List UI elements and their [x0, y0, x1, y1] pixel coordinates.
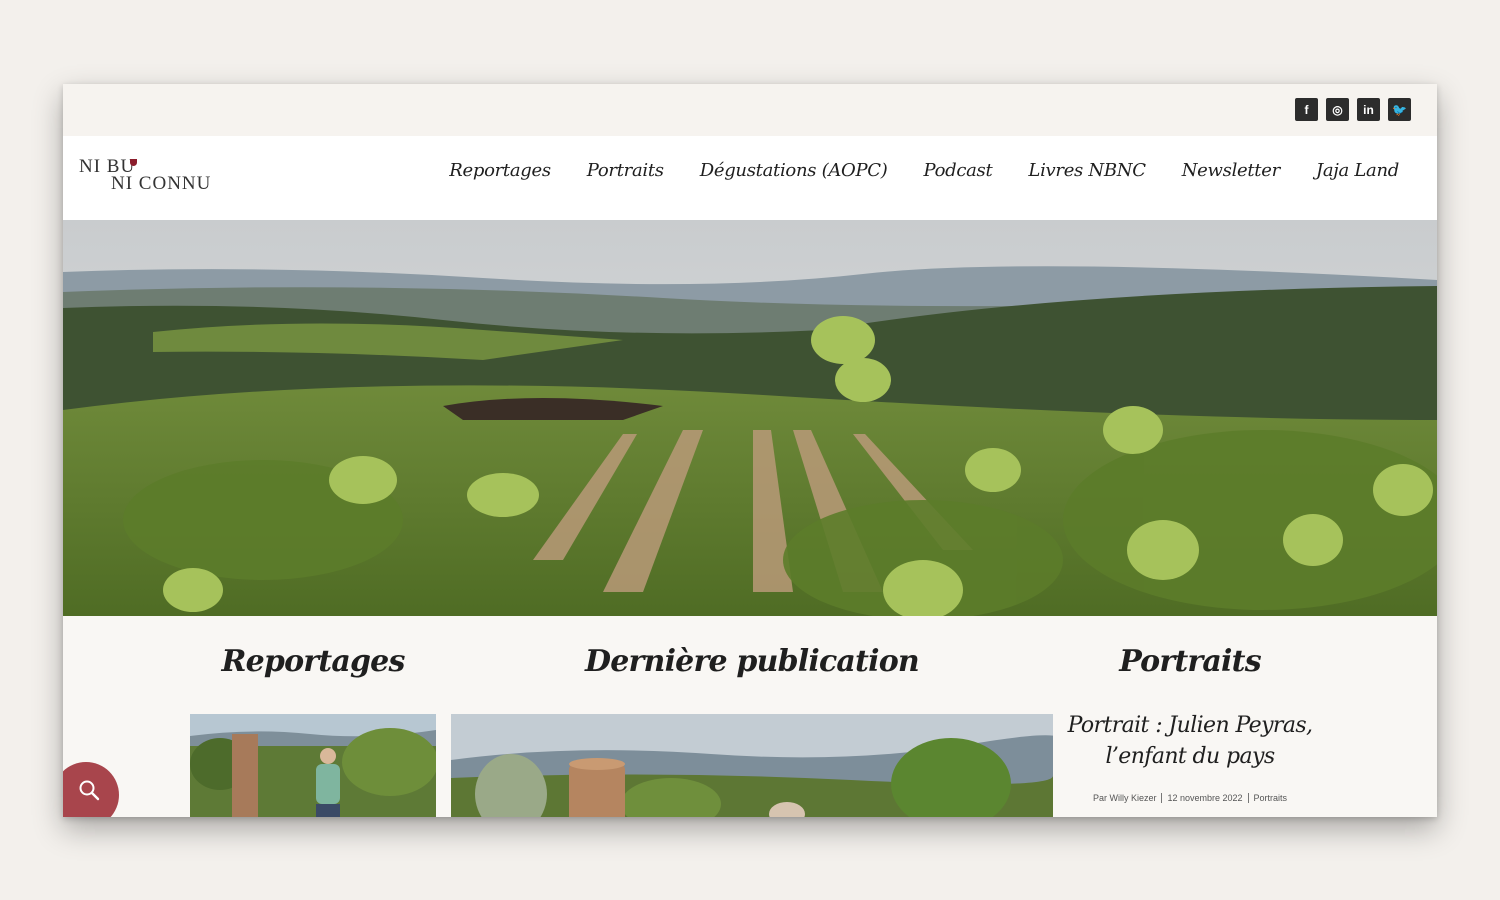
- article-category[interactable]: Portraits: [1254, 793, 1288, 803]
- section-title-portraits[interactable]: Portraits: [1063, 644, 1317, 679]
- article-date: 12 novembre 2022: [1167, 793, 1243, 803]
- portrait-article-title[interactable]: Portrait : Julien Peyras, l’enfant du pa…: [1063, 710, 1317, 772]
- facebook-icon[interactable]: f: [1295, 98, 1318, 121]
- nav-jaja-land[interactable]: Jaja Land: [1316, 160, 1399, 181]
- browser-page: f ◎ in 🐦 NI BU NI CONNU Reportages Portr…: [63, 84, 1437, 817]
- content-section: Reportages Dernière publication Portrait…: [63, 616, 1437, 817]
- twitter-icon[interactable]: 🐦: [1388, 98, 1411, 121]
- meta-divider: [1247, 793, 1249, 803]
- nav-newsletter[interactable]: Newsletter: [1182, 160, 1280, 181]
- nav-livres[interactable]: Livres NBNC: [1028, 160, 1146, 181]
- wine-glass-icon: [130, 159, 137, 166]
- nav-degustations[interactable]: Dégustations (AOPC): [700, 160, 888, 181]
- site-logo[interactable]: NI BU NI CONNU: [79, 156, 219, 200]
- hero-vineyard-image: [63, 220, 1437, 616]
- linkedin-icon[interactable]: in: [1357, 98, 1380, 121]
- section-title-reportages[interactable]: Reportages: [190, 644, 436, 679]
- nav-reportages[interactable]: Reportages: [449, 160, 551, 181]
- site-header: NI BU NI CONNU Reportages Portraits Dégu…: [63, 136, 1437, 220]
- latest-publication-thumbnail[interactable]: [451, 714, 1053, 817]
- reportage-thumbnail[interactable]: [190, 714, 436, 817]
- main-nav: Reportages Portraits Dégustations (AOPC)…: [449, 160, 1399, 181]
- instagram-icon[interactable]: ◎: [1326, 98, 1349, 121]
- portrait-article-meta: Par Willy Kiezer 12 novembre 2022 Portrait…: [1073, 793, 1307, 803]
- search-icon: [78, 779, 100, 806]
- nav-podcast[interactable]: Podcast: [923, 160, 992, 181]
- social-links: f ◎ in 🐦: [1295, 98, 1411, 121]
- logo-line-2: NI CONNU: [111, 173, 212, 194]
- top-bar: f ◎ in 🐦: [63, 84, 1437, 136]
- meta-divider: [1161, 793, 1163, 803]
- section-title-latest: Dernière publication: [585, 644, 920, 679]
- article-author[interactable]: Par Willy Kiezer: [1093, 793, 1157, 803]
- nav-portraits[interactable]: Portraits: [587, 160, 664, 181]
